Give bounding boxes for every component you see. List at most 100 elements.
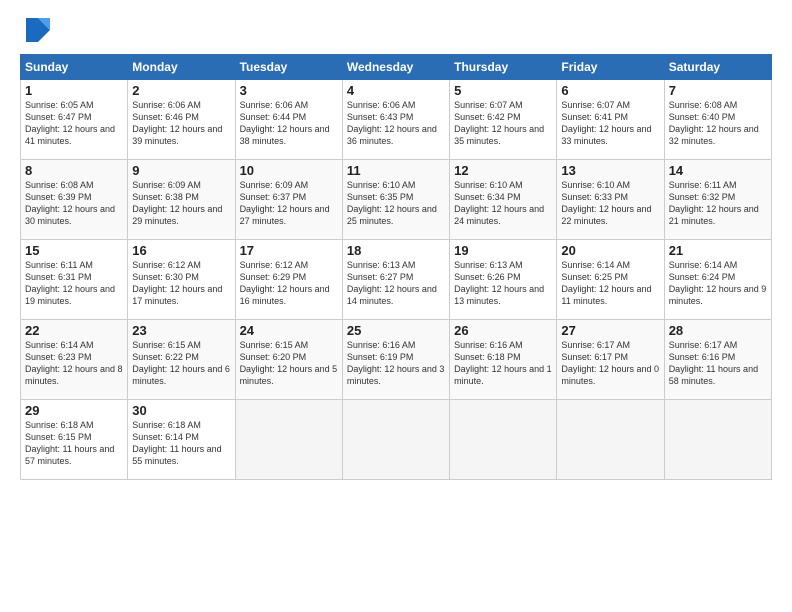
day-info: Sunrise: 6:08 AMSunset: 6:39 PMDaylight:…	[25, 179, 123, 228]
day-info: Sunrise: 6:11 AMSunset: 6:31 PMDaylight:…	[25, 259, 123, 308]
day-info: Sunrise: 6:14 AMSunset: 6:23 PMDaylight:…	[25, 339, 123, 388]
calendar-cell: 17Sunrise: 6:12 AMSunset: 6:29 PMDayligh…	[235, 240, 342, 320]
calendar-cell: 5Sunrise: 6:07 AMSunset: 6:42 PMDaylight…	[450, 80, 557, 160]
calendar-cell: 2Sunrise: 6:06 AMSunset: 6:46 PMDaylight…	[128, 80, 235, 160]
day-number: 28	[669, 323, 767, 338]
day-number: 29	[25, 403, 123, 418]
day-info: Sunrise: 6:09 AMSunset: 6:38 PMDaylight:…	[132, 179, 230, 228]
calendar-cell: 16Sunrise: 6:12 AMSunset: 6:30 PMDayligh…	[128, 240, 235, 320]
day-info: Sunrise: 6:12 AMSunset: 6:29 PMDaylight:…	[240, 259, 338, 308]
calendar-cell: 29Sunrise: 6:18 AMSunset: 6:15 PMDayligh…	[21, 400, 128, 480]
day-number: 20	[561, 243, 659, 258]
weekday-header: Saturday	[664, 55, 771, 80]
calendar-week-row: 22Sunrise: 6:14 AMSunset: 6:23 PMDayligh…	[21, 320, 772, 400]
day-number: 11	[347, 163, 445, 178]
calendar-cell: 28Sunrise: 6:17 AMSunset: 6:16 PMDayligh…	[664, 320, 771, 400]
calendar-week-row: 8Sunrise: 6:08 AMSunset: 6:39 PMDaylight…	[21, 160, 772, 240]
day-number: 15	[25, 243, 123, 258]
day-number: 8	[25, 163, 123, 178]
day-info: Sunrise: 6:06 AMSunset: 6:43 PMDaylight:…	[347, 99, 445, 148]
calendar-cell	[450, 400, 557, 480]
day-info: Sunrise: 6:13 AMSunset: 6:26 PMDaylight:…	[454, 259, 552, 308]
day-info: Sunrise: 6:11 AMSunset: 6:32 PMDaylight:…	[669, 179, 767, 228]
day-info: Sunrise: 6:14 AMSunset: 6:25 PMDaylight:…	[561, 259, 659, 308]
weekday-header: Wednesday	[342, 55, 449, 80]
calendar-cell: 1Sunrise: 6:05 AMSunset: 6:47 PMDaylight…	[21, 80, 128, 160]
weekday-header: Monday	[128, 55, 235, 80]
day-info: Sunrise: 6:10 AMSunset: 6:35 PMDaylight:…	[347, 179, 445, 228]
day-info: Sunrise: 6:14 AMSunset: 6:24 PMDaylight:…	[669, 259, 767, 308]
calendar-cell: 18Sunrise: 6:13 AMSunset: 6:27 PMDayligh…	[342, 240, 449, 320]
day-info: Sunrise: 6:18 AMSunset: 6:15 PMDaylight:…	[25, 419, 123, 468]
calendar-cell: 27Sunrise: 6:17 AMSunset: 6:17 PMDayligh…	[557, 320, 664, 400]
page: SundayMondayTuesdayWednesdayThursdayFrid…	[0, 0, 792, 612]
day-number: 1	[25, 83, 123, 98]
calendar-cell: 25Sunrise: 6:16 AMSunset: 6:19 PMDayligh…	[342, 320, 449, 400]
day-number: 12	[454, 163, 552, 178]
calendar-cell: 3Sunrise: 6:06 AMSunset: 6:44 PMDaylight…	[235, 80, 342, 160]
calendar-week-row: 1Sunrise: 6:05 AMSunset: 6:47 PMDaylight…	[21, 80, 772, 160]
day-number: 5	[454, 83, 552, 98]
calendar-header-row: SundayMondayTuesdayWednesdayThursdayFrid…	[21, 55, 772, 80]
day-info: Sunrise: 6:15 AMSunset: 6:22 PMDaylight:…	[132, 339, 230, 388]
day-info: Sunrise: 6:06 AMSunset: 6:44 PMDaylight:…	[240, 99, 338, 148]
day-number: 16	[132, 243, 230, 258]
day-number: 18	[347, 243, 445, 258]
day-info: Sunrise: 6:12 AMSunset: 6:30 PMDaylight:…	[132, 259, 230, 308]
day-info: Sunrise: 6:17 AMSunset: 6:16 PMDaylight:…	[669, 339, 767, 388]
calendar-week-row: 29Sunrise: 6:18 AMSunset: 6:15 PMDayligh…	[21, 400, 772, 480]
calendar-cell: 9Sunrise: 6:09 AMSunset: 6:38 PMDaylight…	[128, 160, 235, 240]
calendar-body: 1Sunrise: 6:05 AMSunset: 6:47 PMDaylight…	[21, 80, 772, 480]
weekday-header: Thursday	[450, 55, 557, 80]
logo-icon	[20, 16, 52, 44]
calendar-cell: 19Sunrise: 6:13 AMSunset: 6:26 PMDayligh…	[450, 240, 557, 320]
day-info: Sunrise: 6:06 AMSunset: 6:46 PMDaylight:…	[132, 99, 230, 148]
day-number: 23	[132, 323, 230, 338]
day-number: 13	[561, 163, 659, 178]
day-info: Sunrise: 6:16 AMSunset: 6:19 PMDaylight:…	[347, 339, 445, 388]
day-info: Sunrise: 6:16 AMSunset: 6:18 PMDaylight:…	[454, 339, 552, 388]
calendar-cell: 12Sunrise: 6:10 AMSunset: 6:34 PMDayligh…	[450, 160, 557, 240]
calendar-cell: 23Sunrise: 6:15 AMSunset: 6:22 PMDayligh…	[128, 320, 235, 400]
day-number: 4	[347, 83, 445, 98]
calendar-cell: 11Sunrise: 6:10 AMSunset: 6:35 PMDayligh…	[342, 160, 449, 240]
calendar-cell: 30Sunrise: 6:18 AMSunset: 6:14 PMDayligh…	[128, 400, 235, 480]
calendar-cell	[342, 400, 449, 480]
calendar-cell: 15Sunrise: 6:11 AMSunset: 6:31 PMDayligh…	[21, 240, 128, 320]
calendar-cell: 13Sunrise: 6:10 AMSunset: 6:33 PMDayligh…	[557, 160, 664, 240]
day-info: Sunrise: 6:13 AMSunset: 6:27 PMDaylight:…	[347, 259, 445, 308]
calendar-table: SundayMondayTuesdayWednesdayThursdayFrid…	[20, 54, 772, 480]
day-info: Sunrise: 6:10 AMSunset: 6:34 PMDaylight:…	[454, 179, 552, 228]
header	[20, 16, 772, 44]
day-info: Sunrise: 6:10 AMSunset: 6:33 PMDaylight:…	[561, 179, 659, 228]
day-number: 21	[669, 243, 767, 258]
day-number: 25	[347, 323, 445, 338]
calendar-cell: 8Sunrise: 6:08 AMSunset: 6:39 PMDaylight…	[21, 160, 128, 240]
calendar-cell: 4Sunrise: 6:06 AMSunset: 6:43 PMDaylight…	[342, 80, 449, 160]
day-info: Sunrise: 6:07 AMSunset: 6:42 PMDaylight:…	[454, 99, 552, 148]
day-number: 3	[240, 83, 338, 98]
calendar-cell	[235, 400, 342, 480]
day-number: 27	[561, 323, 659, 338]
day-number: 7	[669, 83, 767, 98]
day-number: 22	[25, 323, 123, 338]
calendar-cell: 26Sunrise: 6:16 AMSunset: 6:18 PMDayligh…	[450, 320, 557, 400]
day-number: 30	[132, 403, 230, 418]
day-number: 10	[240, 163, 338, 178]
calendar-cell: 14Sunrise: 6:11 AMSunset: 6:32 PMDayligh…	[664, 160, 771, 240]
weekday-header: Friday	[557, 55, 664, 80]
calendar-cell: 7Sunrise: 6:08 AMSunset: 6:40 PMDaylight…	[664, 80, 771, 160]
day-number: 26	[454, 323, 552, 338]
day-number: 2	[132, 83, 230, 98]
day-info: Sunrise: 6:05 AMSunset: 6:47 PMDaylight:…	[25, 99, 123, 148]
day-number: 6	[561, 83, 659, 98]
calendar-week-row: 15Sunrise: 6:11 AMSunset: 6:31 PMDayligh…	[21, 240, 772, 320]
weekday-header: Sunday	[21, 55, 128, 80]
day-number: 24	[240, 323, 338, 338]
calendar-cell: 22Sunrise: 6:14 AMSunset: 6:23 PMDayligh…	[21, 320, 128, 400]
day-number: 14	[669, 163, 767, 178]
day-number: 9	[132, 163, 230, 178]
calendar-cell: 21Sunrise: 6:14 AMSunset: 6:24 PMDayligh…	[664, 240, 771, 320]
calendar-cell: 20Sunrise: 6:14 AMSunset: 6:25 PMDayligh…	[557, 240, 664, 320]
calendar-cell: 10Sunrise: 6:09 AMSunset: 6:37 PMDayligh…	[235, 160, 342, 240]
